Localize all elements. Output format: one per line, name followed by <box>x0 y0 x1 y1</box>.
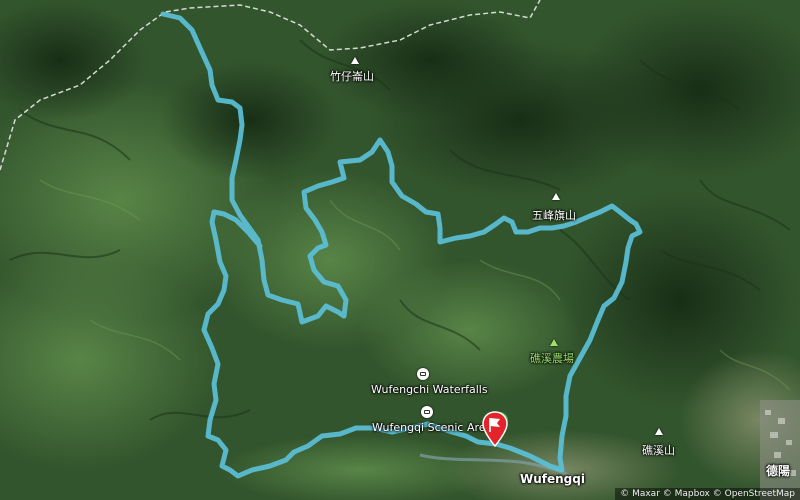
map-attribution[interactable]: © Maxar © Mapbox © OpenStreetMap <box>615 488 800 500</box>
camera-icon-scenic-area[interactable] <box>421 406 433 418</box>
scenic-area-label: Wufengqi Scenic Area <box>372 421 493 434</box>
peak-icon-zhuzaizhaishan[interactable] <box>351 57 359 64</box>
farm-label-jiaoxi: 礁溪農場 <box>530 352 574 365</box>
town-label-deyang: 德陽 <box>766 464 791 478</box>
peak-icon-wufengqishan[interactable] <box>552 193 560 200</box>
camera-icon-waterfalls[interactable] <box>417 368 429 380</box>
peak-label-zhuzaizhaishan: 竹仔崙山 <box>330 70 374 83</box>
peak-label-wufengqishan: 五峰旗山 <box>532 209 576 222</box>
farm-icon-jiaoxi[interactable] <box>550 339 558 346</box>
peak-icon-jiaoxishan[interactable] <box>655 428 663 435</box>
flag-pin-icon[interactable] <box>482 410 512 450</box>
peak-label-jiaoxishan: 礁溪山 <box>642 444 675 457</box>
map-canvas[interactable]: 竹仔崙山 五峰旗山 礁溪農場 礁溪山 Wufengchi Waterfalls … <box>0 0 800 500</box>
waterfalls-label: Wufengchi Waterfalls <box>371 383 488 396</box>
town-label-wufengqi: Wufengqi <box>520 472 585 486</box>
